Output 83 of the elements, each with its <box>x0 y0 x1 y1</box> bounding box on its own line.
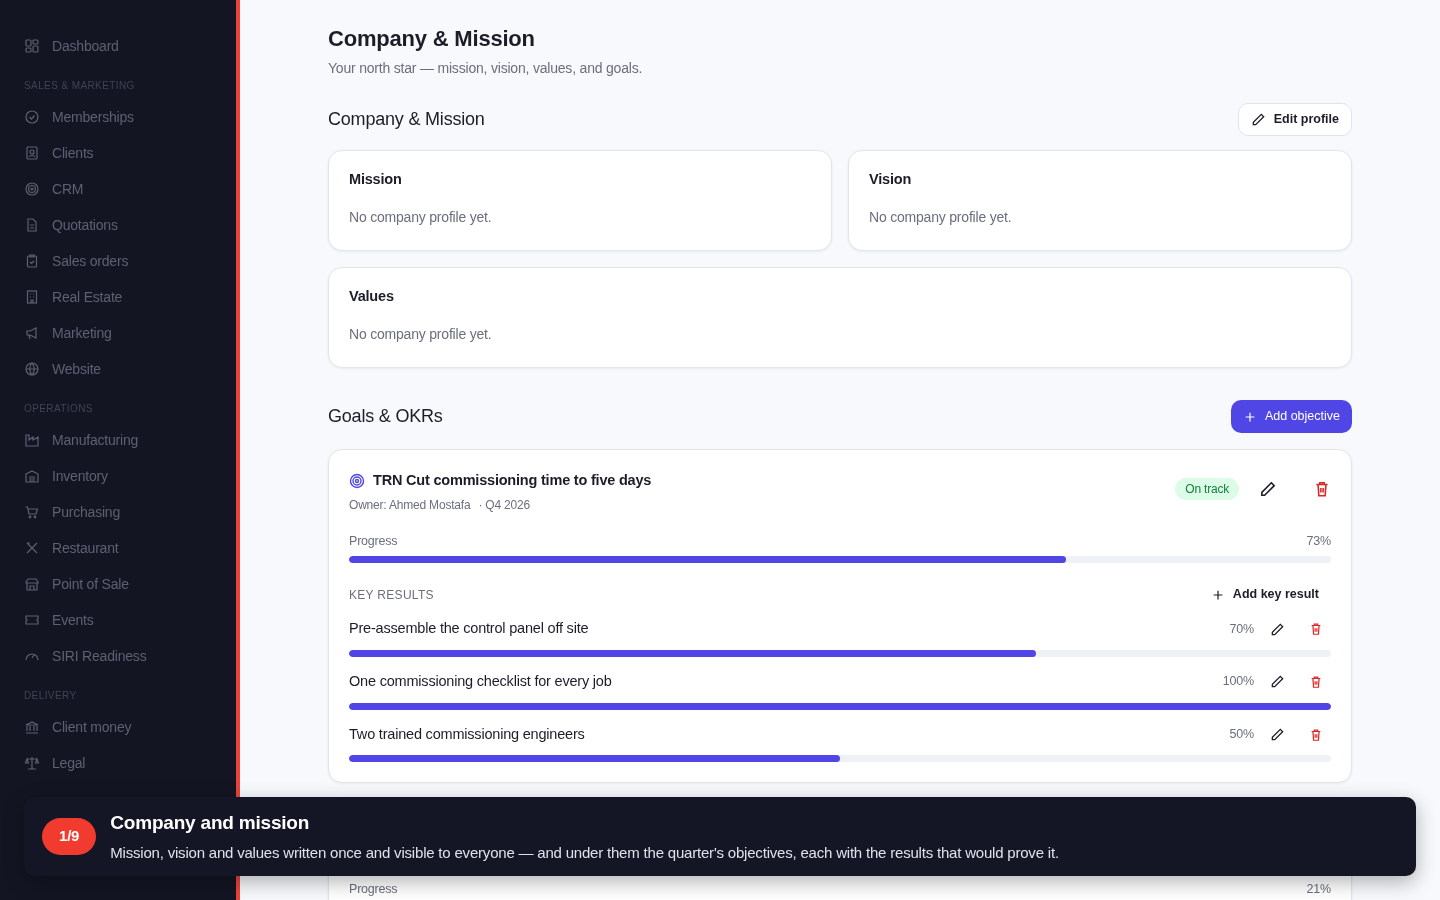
sidebar-item[interactable]: Inventory <box>24 458 236 494</box>
sidebar-item[interactable]: Client money <box>24 709 236 745</box>
progress-percent: 73% <box>1306 532 1331 550</box>
card-text: No company profile yet. <box>349 207 493 227</box>
target-icon <box>349 472 365 489</box>
sidebar-item[interactable]: Quotations <box>24 207 236 243</box>
check-circle-icon <box>24 109 40 125</box>
key-result-percent: 100% <box>1222 673 1254 691</box>
ticket-icon <box>24 612 40 628</box>
sidebar-item[interactable]: Manufacturing <box>24 422 236 458</box>
add-objective-button[interactable]: Add objective <box>1230 400 1352 433</box>
sidebar-item[interactable]: CRM <box>24 171 236 207</box>
sidebar-item[interactable]: Purchasing <box>24 494 236 530</box>
edit-button[interactable] <box>1270 674 1285 690</box>
progress-label: Progress <box>349 532 398 550</box>
progress-label: Progress <box>349 881 398 899</box>
trash-icon <box>1309 727 1323 742</box>
progress-percent: 21% <box>1306 881 1331 899</box>
trash-icon <box>1313 479 1331 498</box>
cart-icon <box>24 504 40 520</box>
pencil-icon <box>1270 621 1285 637</box>
section-heading: Goals & OKRs <box>328 405 443 428</box>
factory-icon <box>24 432 40 448</box>
globe-icon <box>24 361 40 377</box>
section-heading: Company & Mission <box>328 108 485 131</box>
sidebar-item[interactable]: Sales orders <box>24 243 236 279</box>
sidebar-item[interactable]: Restaurant <box>24 530 236 566</box>
pencil-icon <box>1270 727 1285 742</box>
sidebar-item[interactable]: Dashboard <box>24 28 236 64</box>
status-badge: On track <box>1175 477 1239 500</box>
key-result-percent: 70% <box>1229 620 1254 638</box>
key-result-title: Two trained commissioning engineers <box>349 724 585 744</box>
key-result-title: Pre-assemble the control panel off site <box>349 619 589 639</box>
pencil-icon <box>1250 112 1266 128</box>
add-key-result-button[interactable]: Add key result <box>1210 585 1331 605</box>
trash-icon <box>1309 674 1323 689</box>
sidebar-item[interactable]: Marketing <box>24 315 236 351</box>
delete-button[interactable] <box>1309 727 1323 742</box>
key-result-percent: 50% <box>1229 726 1254 744</box>
warehouse-icon <box>24 468 40 484</box>
pencil-icon <box>1270 674 1285 690</box>
tour-title: Company and mission <box>110 811 311 835</box>
key-results-heading: KEY RESULTS <box>349 586 434 604</box>
edit-button[interactable] <box>1259 479 1277 498</box>
sidebar-item[interactable]: Memberships <box>24 99 236 135</box>
card-title: Vision <box>869 171 913 189</box>
tour-text: Mission, vision and values written once and visible to everyone — and under them the quarter's objectives, each with the results that would prove it. <box>110 842 1059 863</box>
sidebar-item[interactable]: Real Estate <box>24 279 236 315</box>
megaphone-icon <box>24 325 40 341</box>
sidebar-item[interactable]: Website <box>24 351 236 387</box>
delete-button[interactable] <box>1313 479 1331 498</box>
edit-button[interactable] <box>1270 727 1285 742</box>
grid-icon <box>24 38 40 54</box>
step-counter: 1/9 <box>42 818 97 855</box>
sidebar-item[interactable]: Clients <box>24 135 236 171</box>
id-badge-icon <box>24 145 40 161</box>
card-title: Values <box>349 288 395 306</box>
delete-button[interactable] <box>1309 674 1323 689</box>
scale-icon <box>24 755 40 771</box>
bank-icon <box>24 719 40 735</box>
page-title: Company & Mission <box>328 26 536 53</box>
card-text: No company profile yet. <box>869 207 1013 227</box>
sidebar-item[interactable]: Legal <box>24 745 236 781</box>
trash-icon <box>1309 622 1323 636</box>
quarter-text: · Q4 2026 <box>478 496 530 514</box>
edit-profile-button[interactable]: Edit profile <box>1237 103 1352 137</box>
sidebar-item[interactable]: SIRI Readiness <box>24 638 236 674</box>
sidebar-item[interactable]: Point of Sale <box>24 566 236 602</box>
owner-text: Owner: Ahmed Mostafa <box>349 496 471 514</box>
building-icon <box>24 289 40 305</box>
page-subtitle: Your north star — mission, vision, values, and goals. <box>328 59 644 79</box>
target-icon <box>24 181 40 197</box>
document-icon <box>24 217 40 233</box>
shop-icon <box>24 576 40 592</box>
card-title: Mission <box>349 171 403 189</box>
delete-button[interactable] <box>1309 622 1323 636</box>
pencil-icon <box>1259 479 1277 498</box>
sidebar-item[interactable]: Events <box>24 602 236 638</box>
key-result-title: One commissioning checklist for every job <box>349 671 612 691</box>
objective-title: TRN Cut commissioning time to five days <box>373 470 652 490</box>
card-text: No company profile yet. <box>349 324 493 344</box>
clipboard-icon <box>24 253 40 269</box>
edit-button[interactable] <box>1270 621 1285 637</box>
